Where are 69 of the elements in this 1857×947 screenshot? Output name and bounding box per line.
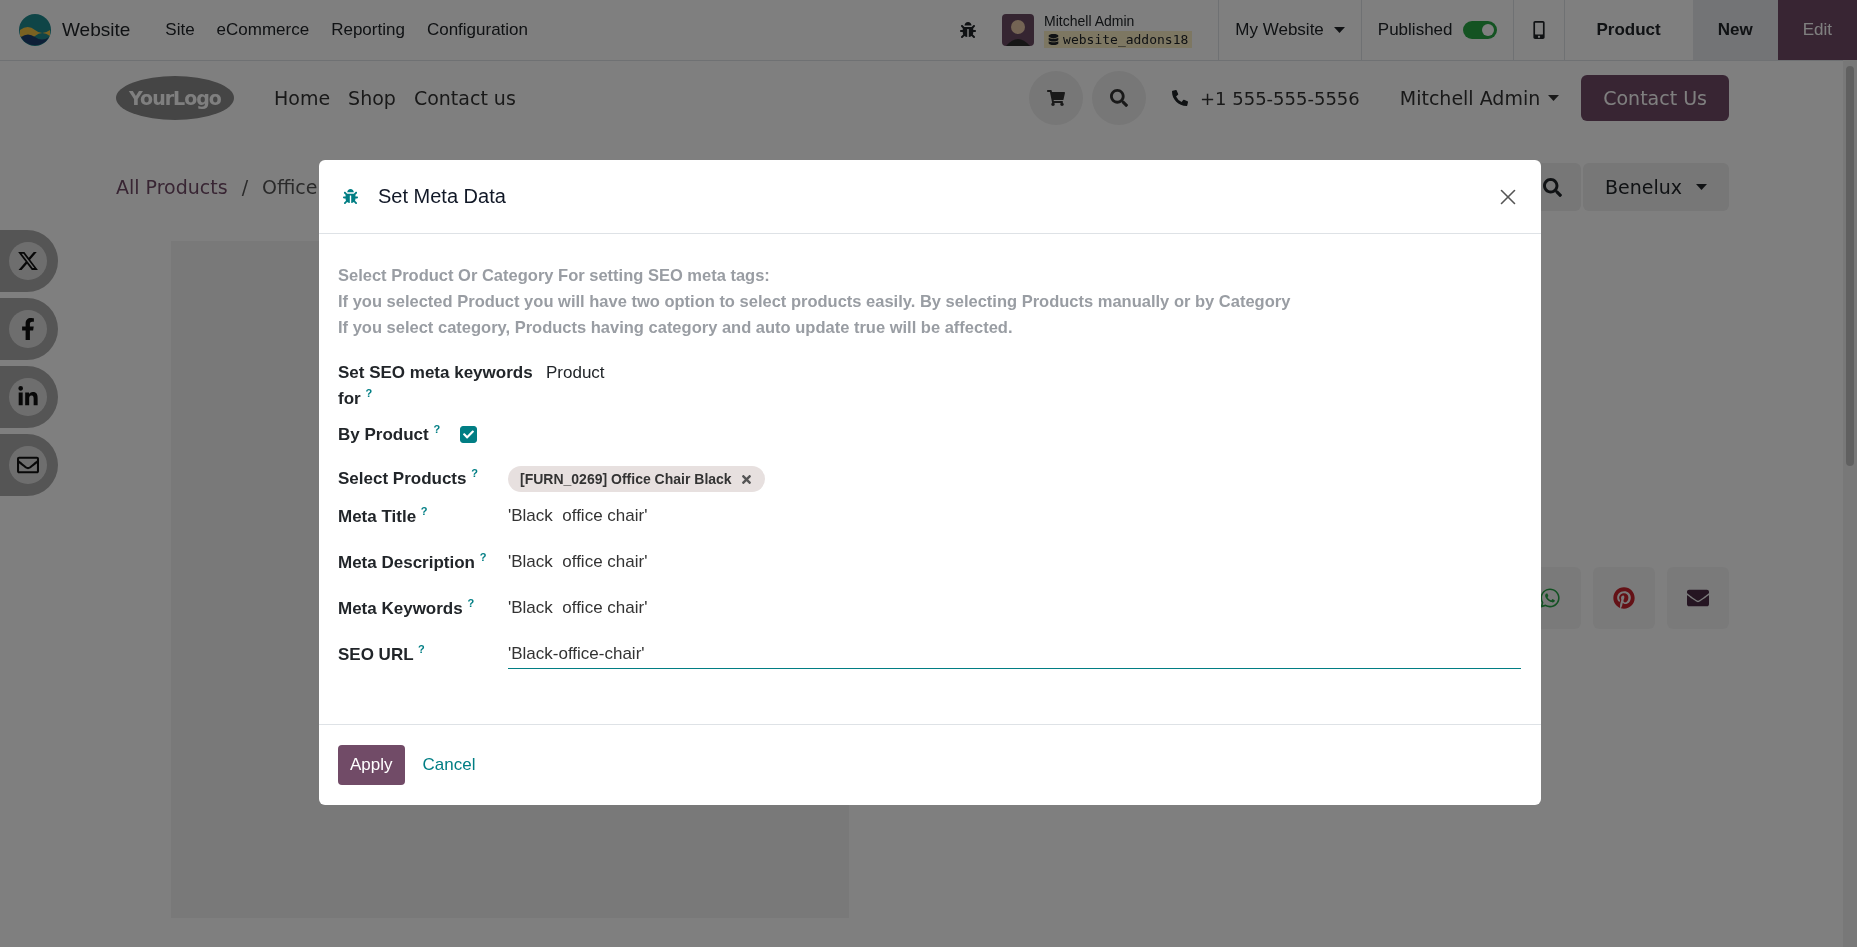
search-icon (1110, 89, 1128, 107)
site-menu-link[interactable]: Contact us (413, 87, 516, 109)
caret-icon (1548, 95, 1560, 101)
intro-text: Select Product Or Category For setting SEO meta tags: (338, 265, 771, 286)
envelope-icon (1687, 587, 1709, 609)
website-switcher[interactable]: My Website (1219, 0, 1361, 60)
site-menu-link[interactable]: Shop (348, 87, 396, 109)
nav-menu-item[interactable]: eCommerce (216, 20, 310, 40)
envelope-icon (17, 454, 39, 476)
input-field[interactable]: 'Black office chair' (508, 550, 1521, 577)
facebook-share-button[interactable] (0, 298, 58, 360)
field-label: Meta Keywords $^{?}$ (338, 599, 475, 618)
publish-toggle[interactable] (1462, 21, 1497, 39)
field-value[interactable]: Product (546, 360, 605, 386)
whatsapp-icon (1539, 587, 1561, 609)
bug-icon[interactable] (960, 22, 977, 38)
contact-us-button[interactable]: Contact Us (1581, 75, 1729, 121)
pinterest-icon (1613, 587, 1635, 609)
remove-icon[interactable] (739, 472, 753, 486)
nav-menu-item[interactable]: Reporting (331, 20, 405, 40)
avatar[interactable] (1002, 14, 1035, 46)
phone-icon (1172, 90, 1188, 106)
website-name[interactable]: My Website (1235, 20, 1324, 40)
input-field[interactable]: 'Black office chair' (508, 504, 1521, 531)
pricelist-dropdown[interactable]: Benelux (1582, 163, 1729, 211)
nav-menu-item[interactable]: Site (165, 20, 195, 40)
dialog-title: Set Meta Data (378, 185, 507, 208)
email-share-button[interactable] (0, 434, 58, 496)
search-icon (1543, 177, 1563, 197)
checkbox[interactable] (460, 426, 477, 443)
product-tag: [FURN_0269] Office Chair Black (508, 466, 765, 492)
field-label: SEO URL $^{?}$ (338, 645, 425, 664)
pinterest-share-button[interactable] (1593, 567, 1655, 629)
email-share-button[interactable] (1667, 567, 1729, 629)
bug-icon (343, 189, 358, 204)
database-text: website_addons18 (1063, 31, 1189, 47)
toolbar-button[interactable]: Edit (1777, 0, 1857, 60)
caret-icon (1333, 27, 1345, 33)
x-icon (17, 250, 39, 272)
field-label: By Product $^{?}$ (338, 425, 441, 444)
breadcrumb-item[interactable]: Office (262, 176, 318, 198)
intro-text: If you selected Product you will have two option to select products easily. By selecting Products manually or by Category (338, 291, 1292, 312)
phone-number[interactable]: +1 555-555-5556 (1200, 87, 1360, 109)
user-name: Mitchell Admin (1044, 12, 1136, 29)
cancel-link[interactable]: Cancel (422, 745, 476, 785)
input-field[interactable]: 'Black office chair' (508, 596, 1521, 623)
intro-text: If you select category, Products having category and auto update true will be affected. (338, 317, 1014, 338)
published-label: Published (1377, 20, 1453, 40)
toolbar-button[interactable]: New (1692, 0, 1778, 60)
field-label: Set SEO meta keywords for $^{?}$ (338, 363, 533, 408)
site-menu-link[interactable]: Home (274, 87, 331, 109)
scrollbar[interactable] (1843, 60, 1857, 947)
nav-menu-item[interactable]: Configuration (426, 20, 529, 40)
field-label: Select Products $^{?}$ (338, 469, 478, 488)
breadcrumb-item[interactable]: All Products (116, 176, 228, 198)
input-field[interactable]: 'Black-office-chair' (508, 642, 1521, 669)
linkedin-icon (17, 386, 39, 408)
database-icon (1048, 33, 1060, 45)
check-icon (463, 429, 474, 440)
app-name[interactable]: Website (62, 19, 131, 41)
cart-icon (1047, 89, 1065, 107)
field-label: Meta Title $^{?}$ (338, 507, 428, 526)
x-share-button[interactable] (0, 230, 58, 292)
apply-button[interactable]: Apply (338, 745, 405, 785)
linkedin-share-button[interactable] (0, 366, 58, 428)
caret-icon (1696, 184, 1707, 190)
breadcrumb-separator: / (241, 176, 249, 198)
field-label: Meta Description $^{?}$ (338, 553, 487, 572)
app-logo-icon[interactable] (18, 13, 52, 47)
